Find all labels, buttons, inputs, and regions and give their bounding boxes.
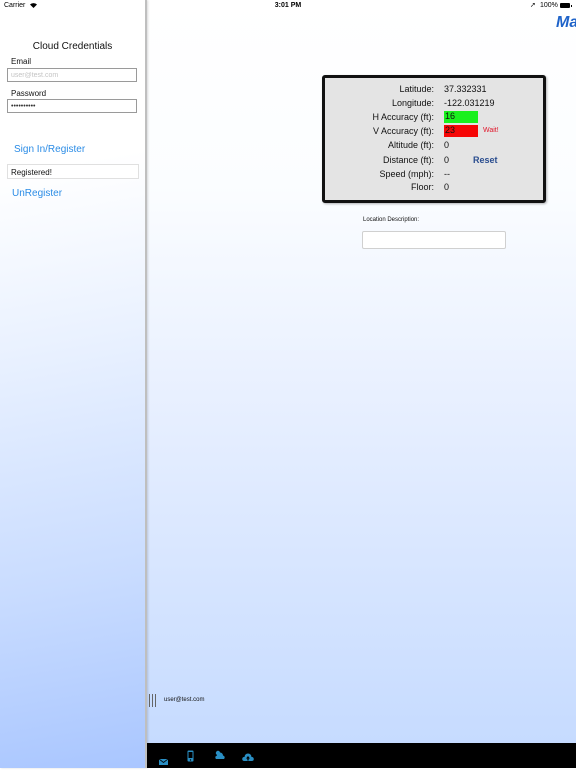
distance-label: Distance (ft): — [382, 155, 434, 165]
password-label: Password — [11, 89, 47, 98]
distance-row: Distance (ft): 0 Reset — [325, 155, 543, 167]
altitude-row: Altitude (ft): 0 — [325, 140, 543, 152]
bottom-toolbar — [147, 743, 576, 768]
h-accuracy-value: 16 — [444, 111, 478, 123]
floor-label: Floor: — [410, 182, 434, 192]
longitude-row: Longitude: -122.031219 — [325, 98, 543, 110]
status-bar: Carrier 3:01 PM ➚ 100% — [0, 0, 576, 12]
latitude-row: Latitude: 37.332331 — [325, 84, 543, 96]
registration-status: Registered! — [7, 164, 139, 179]
credentials-sidebar: Cloud Credentials Email Password Sign In… — [0, 0, 147, 768]
floor-row: Floor: 0 — [325, 182, 543, 194]
altitude-label: Altitude (ft): — [387, 140, 434, 150]
speed-label: Speed (mph): — [379, 169, 434, 179]
email-label: Email — [11, 57, 32, 66]
battery-icon — [560, 3, 572, 8]
sidebar-title: Cloud Credentials — [32, 41, 113, 52]
device-icon[interactable] — [187, 749, 194, 767]
app-logo: Ma — [556, 14, 576, 31]
longitude-label: Longitude: — [391, 98, 434, 108]
distance-value: 0 — [444, 155, 450, 165]
location-arrow-icon: ➚ — [530, 2, 536, 9]
h-accuracy-row: H Accuracy (ft): 16 — [325, 111, 543, 124]
altitude-value: 0 — [444, 140, 450, 150]
location-description-label: Location Description: — [363, 217, 420, 223]
battery-percent: 100% — [540, 2, 558, 9]
email-field[interactable] — [7, 68, 137, 82]
unregister-button[interactable]: UnRegister — [12, 188, 62, 199]
sign-in-register-button[interactable]: Sign In/Register — [14, 144, 85, 155]
v-accuracy-value: 23 — [444, 125, 478, 137]
cloud-upload-icon[interactable] — [242, 749, 254, 767]
mail-icon[interactable] — [158, 752, 169, 770]
reset-button[interactable]: Reset — [473, 155, 498, 165]
latitude-value: 37.332331 — [444, 84, 487, 94]
cloud-sun-icon[interactable] — [214, 748, 226, 766]
drawer-handle-icon[interactable] — [149, 694, 157, 707]
clock: 3:01 PM — [274, 2, 302, 9]
location-info-panel: Latitude: 37.332331 Longitude: -122.0312… — [322, 75, 546, 203]
v-accuracy-label: V Accuracy (ft): — [372, 126, 434, 136]
speed-value: -- — [444, 169, 450, 179]
signed-in-user-email: user@test.com — [164, 697, 205, 703]
location-description-input[interactable] — [362, 231, 506, 249]
wait-warning: Wait! — [483, 127, 499, 134]
h-accuracy-label: H Accuracy (ft): — [372, 112, 434, 122]
latitude-label: Latitude: — [399, 84, 434, 94]
floor-value: 0 — [444, 182, 450, 192]
longitude-value: -122.031219 — [444, 98, 495, 108]
password-field[interactable] — [7, 99, 137, 113]
v-accuracy-row: V Accuracy (ft): 23 Wait! — [325, 125, 543, 138]
speed-row: Speed (mph): -- — [325, 169, 543, 181]
